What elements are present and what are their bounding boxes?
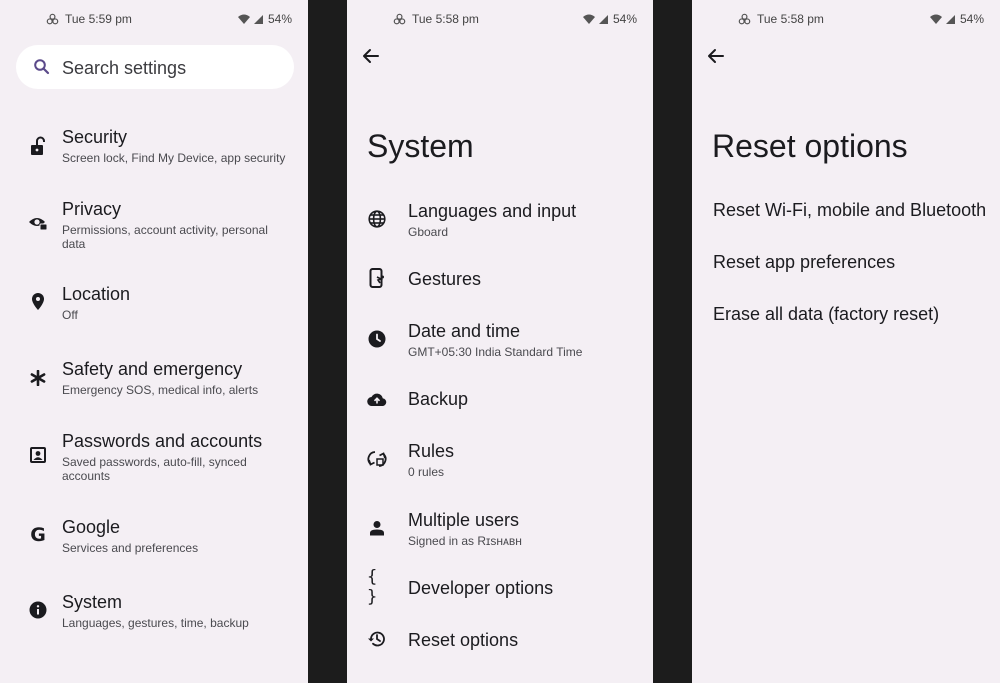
settings-screen: Tue 5:59 pm 54% Search settings Security…	[0, 0, 308, 683]
settings-item-system[interactable]: System Languages, gestures, time, backup	[0, 589, 308, 639]
status-time: Tue 5:59 pm	[65, 12, 132, 26]
system-item-date-time[interactable]: Date and time GMT+05:30 India Standard T…	[347, 318, 653, 366]
system-item-subtitle: Signed in as Rɪsʜᴀʙʜ	[408, 534, 522, 548]
settings-item-google[interactable]: G Google Services and preferences	[0, 514, 308, 564]
search-bar[interactable]: Search settings	[16, 45, 294, 89]
system-item-subtitle: GMT+05:30 India Standard Time	[408, 345, 583, 359]
system-item-subtitle: 0 rules	[408, 465, 445, 479]
system-item-languages[interactable]: Languages and input Gboard	[347, 198, 653, 246]
system-item-title: Rules	[408, 441, 455, 461]
location-pin-icon	[28, 292, 48, 312]
cell-signal-icon	[945, 14, 956, 24]
system-item-title: Developer options	[408, 578, 554, 598]
system-item-title: Date and time	[408, 321, 521, 341]
phone-gesture-icon	[367, 268, 387, 288]
settings-item-privacy[interactable]: Privacy Permissions, account activity, p…	[0, 196, 308, 256]
battery-level: 54%	[959, 12, 984, 26]
settings-item-subtitle: Languages, gestures, time, backup	[62, 616, 249, 630]
settings-item-title: System	[62, 592, 123, 612]
system-item-title: Backup	[408, 389, 469, 409]
biohazard-icon	[393, 13, 406, 26]
person-icon	[367, 518, 387, 538]
system-item-subtitle: Gboard	[408, 225, 449, 239]
system-item-reset-options[interactable]: Reset options	[347, 627, 653, 657]
reset-app-preferences-option[interactable]: Reset app preferences	[713, 252, 895, 273]
account-box-icon	[28, 445, 48, 465]
page-title: Reset options	[712, 128, 908, 164]
globe-icon	[367, 209, 387, 229]
back-arrow-icon[interactable]	[361, 46, 381, 66]
search-placeholder: Search settings	[62, 58, 187, 78]
status-time: Tue 5:58 pm	[757, 12, 824, 26]
google-g-icon: G	[30, 524, 46, 546]
wifi-icon	[237, 14, 250, 24]
system-item-multiple-users[interactable]: Multiple users Signed in as Rɪsʜᴀʙʜ	[347, 507, 653, 555]
system-item-developer-options[interactable]: { } Developer options	[347, 567, 653, 607]
settings-item-subtitle: Permissions, account activity, personal …	[62, 223, 268, 251]
battery-level: 54%	[267, 12, 292, 26]
settings-item-title: Safety and emergency	[62, 359, 243, 379]
status-bar: Tue 5:59 pm 54%	[0, 12, 308, 28]
system-item-backup[interactable]: Backup	[347, 386, 653, 416]
cell-signal-icon	[598, 14, 609, 24]
history-icon	[367, 629, 387, 649]
braces-icon: { }	[367, 567, 379, 607]
system-screen: Tue 5:58 pm 54% System Languages and inp…	[347, 0, 653, 683]
page-title: System	[367, 128, 474, 164]
battery-level: 54%	[612, 12, 637, 26]
system-item-rules[interactable]: Rules 0 rules	[347, 438, 653, 486]
settings-item-subtitle: Services and preferences	[62, 541, 199, 555]
cloud-upload-icon	[367, 389, 387, 409]
privacy-eye-icon	[28, 213, 48, 233]
settings-item-title: Google	[62, 517, 121, 537]
system-item-title: Languages and input	[408, 201, 577, 221]
settings-item-passwords-accounts[interactable]: Passwords and accounts Saved passwords, …	[0, 428, 308, 488]
reset-wifi-mobile-bluetooth-option[interactable]: Reset Wi-Fi, mobile and Bluetooth	[713, 200, 986, 221]
search-icon	[33, 58, 51, 81]
settings-item-title: Privacy	[62, 199, 122, 219]
erase-all-data-option[interactable]: Erase all data (factory reset)	[713, 304, 939, 325]
biohazard-icon	[46, 13, 59, 26]
system-item-title: Reset options	[408, 630, 519, 650]
back-arrow-icon[interactable]	[706, 46, 726, 66]
lock-open-icon	[28, 136, 48, 156]
cell-signal-icon	[253, 14, 264, 24]
rules-icon	[367, 449, 387, 469]
settings-item-title: Security	[62, 127, 128, 147]
info-icon	[28, 600, 48, 620]
status-time: Tue 5:58 pm	[412, 12, 479, 26]
status-bar: Tue 5:58 pm 54%	[347, 12, 653, 28]
system-item-title: Gestures	[408, 269, 482, 289]
system-item-gestures[interactable]: Gestures	[347, 266, 653, 296]
clock-icon	[367, 329, 387, 349]
reset-options-screen: Tue 5:58 pm 54% Reset options Reset Wi-F…	[692, 0, 1000, 683]
asterisk-icon	[28, 368, 48, 388]
settings-item-location[interactable]: Location Off	[0, 281, 308, 331]
wifi-icon	[929, 14, 942, 24]
settings-item-subtitle: Off	[62, 308, 78, 322]
settings-item-subtitle: Emergency SOS, medical info, alerts	[62, 383, 259, 397]
settings-item-safety-emergency[interactable]: Safety and emergency Emergency SOS, medi…	[0, 356, 308, 406]
system-item-title: Multiple users	[408, 510, 520, 530]
settings-item-title: Location	[62, 284, 131, 304]
settings-item-security[interactable]: Security Screen lock, Find My Device, ap…	[0, 124, 308, 174]
settings-item-subtitle: Saved passwords, auto-fill, synced accou…	[62, 455, 247, 483]
settings-item-title: Passwords and accounts	[62, 431, 263, 451]
wifi-icon	[582, 14, 595, 24]
biohazard-icon	[738, 13, 751, 26]
settings-item-subtitle: Screen lock, Find My Device, app securit…	[62, 151, 286, 165]
status-bar: Tue 5:58 pm 54%	[692, 12, 1000, 28]
